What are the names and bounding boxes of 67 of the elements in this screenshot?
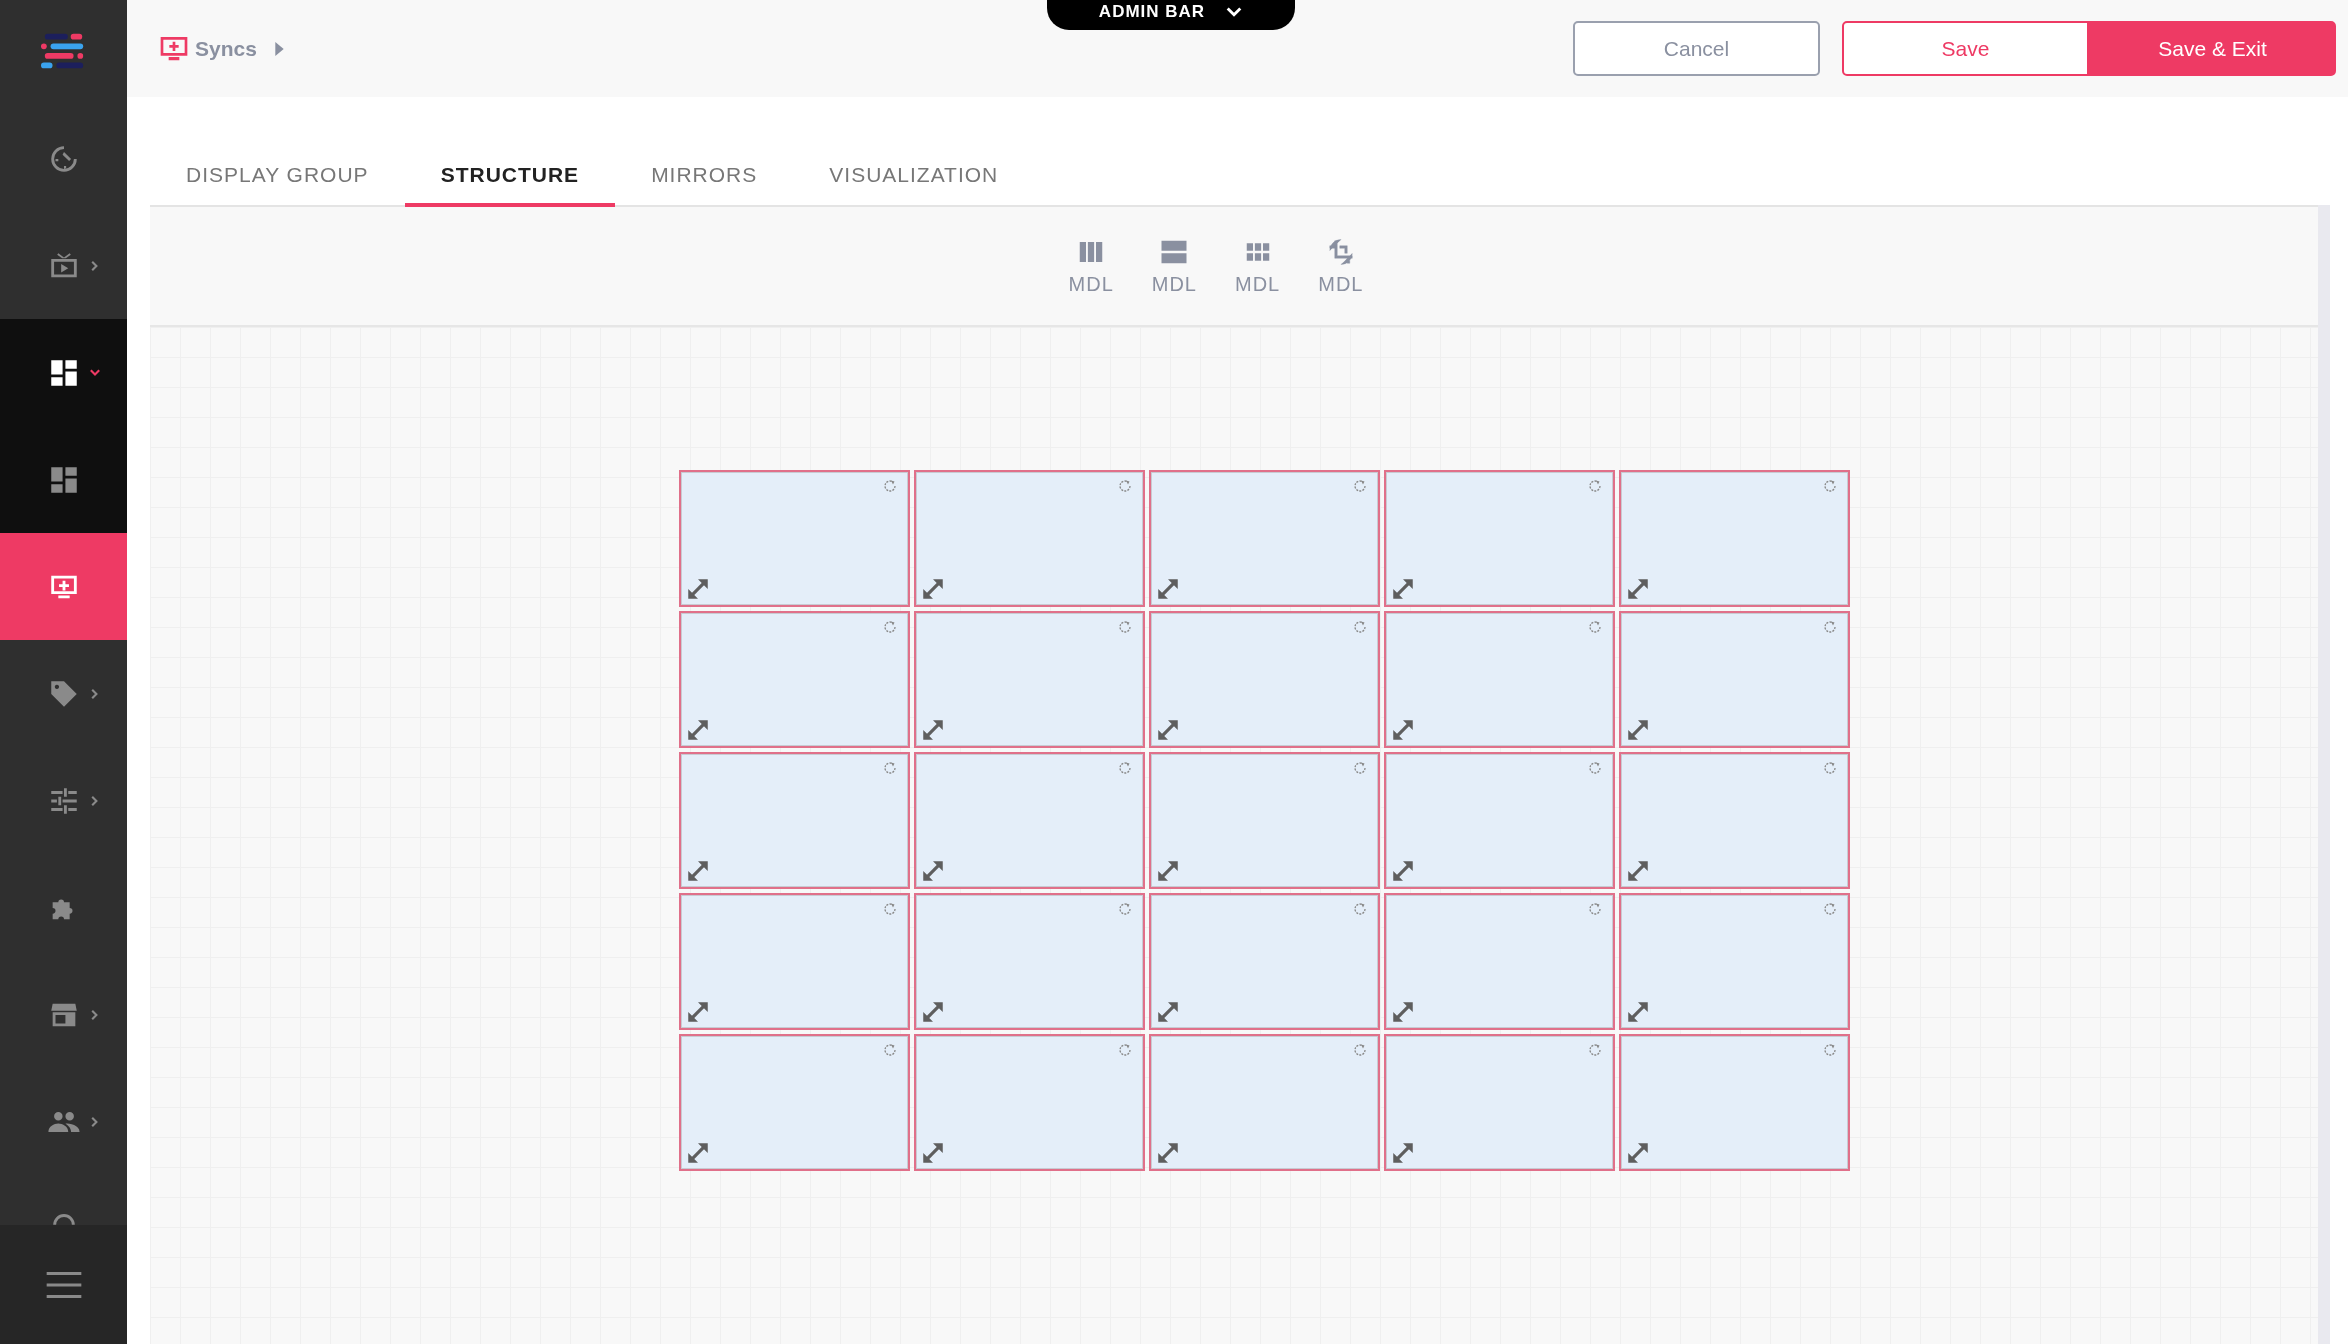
screen-tile[interactable] xyxy=(678,1034,910,1171)
rotate-icon[interactable] xyxy=(1586,1042,1603,1058)
rotate-icon[interactable] xyxy=(1116,1042,1133,1058)
screen-tile[interactable] xyxy=(1383,611,1615,748)
rotate-icon[interactable] xyxy=(1586,478,1603,494)
rotate-icon[interactable] xyxy=(881,619,898,635)
tab[interactable]: DISPLAY GROUP xyxy=(150,147,405,207)
rotate-icon[interactable] xyxy=(1116,478,1133,494)
rotate-icon[interactable] xyxy=(1821,619,1838,635)
screen-tile[interactable] xyxy=(1383,752,1615,889)
rotate-icon[interactable] xyxy=(881,1042,898,1058)
layout-tool-button[interactable]: MDL xyxy=(1235,236,1281,296)
layout-tool-button[interactable]: MDL xyxy=(1151,236,1197,296)
screen-tile[interactable] xyxy=(1618,611,1850,748)
save-exit-button[interactable]: Save & Exit xyxy=(2089,21,2336,76)
rotate-icon[interactable] xyxy=(1821,901,1838,917)
rotate-icon[interactable] xyxy=(881,478,898,494)
rotate-icon[interactable] xyxy=(1586,760,1603,776)
screen-tile[interactable] xyxy=(1618,752,1850,889)
screen-tile[interactable] xyxy=(913,1034,1145,1171)
screen-tile[interactable] xyxy=(1618,893,1850,1030)
layout-tool-button[interactable]: MDL xyxy=(1068,236,1114,296)
save-button[interactable]: Save xyxy=(1842,21,2089,76)
rotate-icon[interactable] xyxy=(1116,760,1133,776)
screen-tile[interactable] xyxy=(913,611,1145,748)
caret-icon xyxy=(274,41,284,56)
screen-tile[interactable] xyxy=(1618,470,1850,607)
screen-tile[interactable] xyxy=(1148,893,1380,1030)
screen-tile[interactable] xyxy=(678,470,910,607)
layout-tool-button[interactable]: MDL xyxy=(1318,236,1364,296)
screen-tile[interactable] xyxy=(1383,470,1615,607)
tab[interactable]: MIRRORS xyxy=(615,147,794,207)
screen-tile[interactable] xyxy=(913,893,1145,1030)
screen-tile[interactable] xyxy=(1148,611,1380,748)
screen-tile[interactable] xyxy=(1618,1034,1850,1171)
screen-tile[interactable] xyxy=(913,470,1145,607)
screen-tile[interactable] xyxy=(1383,893,1615,1030)
sidebar-subitem[interactable] xyxy=(0,426,127,533)
tab[interactable]: VISUALIZATION xyxy=(793,147,1035,207)
rotate-icon[interactable] xyxy=(1821,760,1838,776)
screen-tile[interactable] xyxy=(678,893,910,1030)
screen-tile[interactable] xyxy=(1148,1034,1380,1171)
screen-tile[interactable] xyxy=(1383,1034,1615,1171)
screen-tile[interactable] xyxy=(678,611,910,748)
screen-tile[interactable] xyxy=(678,752,910,889)
rotate-icon[interactable] xyxy=(1586,619,1603,635)
scrollbar[interactable] xyxy=(2318,205,2330,1344)
screen-tile[interactable] xyxy=(1148,470,1380,607)
rotate-icon[interactable] xyxy=(1351,478,1368,494)
rotate-icon[interactable] xyxy=(1351,901,1368,917)
admin-bar-toggle[interactable]: ADMIN BAR xyxy=(1047,0,1295,30)
rotate-icon[interactable] xyxy=(1351,1042,1368,1058)
rotate-icon[interactable] xyxy=(1351,760,1368,776)
rotate-icon[interactable] xyxy=(881,901,898,917)
rotate-icon[interactable] xyxy=(1821,1042,1838,1058)
rotate-icon[interactable] xyxy=(1351,619,1368,635)
rotate-icon[interactable] xyxy=(1116,901,1133,917)
rotate-icon[interactable] xyxy=(1116,619,1133,635)
screen-tile[interactable] xyxy=(913,752,1145,889)
cancel-button[interactable]: Cancel xyxy=(1573,21,1820,76)
rotate-icon[interactable] xyxy=(1586,901,1603,917)
screen-tile[interactable] xyxy=(1148,752,1380,889)
rotate-icon[interactable] xyxy=(1821,478,1838,494)
rotate-icon[interactable] xyxy=(881,760,898,776)
breadcrumb-link[interactable]: Syncs xyxy=(195,36,257,61)
sidebar-item[interactable] xyxy=(0,319,127,426)
menu-icon[interactable] xyxy=(45,1271,82,1298)
